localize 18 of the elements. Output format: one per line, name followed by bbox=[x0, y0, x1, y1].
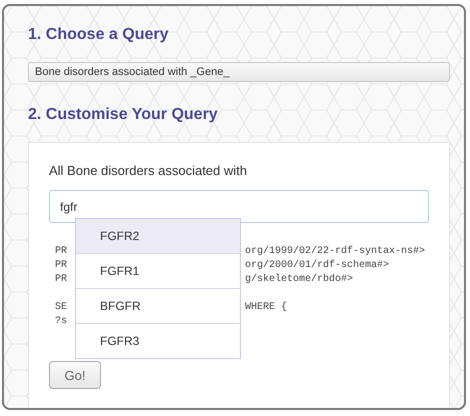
suggestion-item[interactable]: FGFR2 bbox=[76, 219, 240, 254]
suggestion-item[interactable]: FGFR3 bbox=[76, 324, 240, 358]
code-text: org/1999/02/22-rdf-syntax-ns#> bbox=[245, 245, 426, 259]
query-label: All Bone disorders associated with bbox=[49, 163, 248, 178]
code-text: g/skeletome/rbdo#> bbox=[245, 273, 354, 287]
code-text: PR bbox=[55, 246, 68, 257]
suggestion-item[interactable]: FGFR1 bbox=[76, 254, 240, 289]
code-text: org/2000/01/rdf-schema#> bbox=[245, 259, 390, 273]
code-text: ?s bbox=[55, 316, 68, 327]
section-heading: 2. Customise Your Query bbox=[28, 106, 219, 125]
code-text: WHERE { bbox=[245, 301, 288, 315]
query-select[interactable]: Bone disorders associated with _Gene_ bbox=[28, 62, 450, 82]
code-text: PR bbox=[55, 260, 68, 271]
suggestion-item[interactable]: BFGFR bbox=[76, 289, 240, 324]
code-text: SE bbox=[55, 302, 68, 313]
section-heading: 1. Choose a Query bbox=[28, 26, 170, 45]
code-text: PR bbox=[55, 274, 68, 285]
go-button[interactable]: Go! bbox=[49, 361, 101, 389]
